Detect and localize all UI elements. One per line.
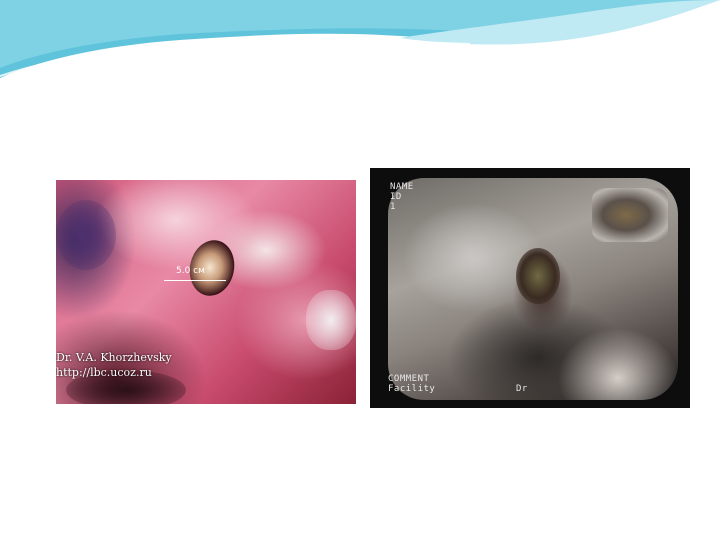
osd-facility: Facility [388,384,436,394]
tissue-region [306,290,356,350]
endoscopy-photo: NAME ID 1 COMMENT Facility Dr [370,168,690,408]
photo-credit: Dr. V.A. Khorzhevsky http://lbc.ucoz.ru [56,350,172,380]
tissue-region [56,200,116,270]
header-wave-decoration [0,0,720,78]
osd-top-left: NAME ID 1 [390,182,414,212]
inset-view [592,188,668,242]
measurement-label: 5.0 см [176,266,205,276]
credit-url: http://lbc.ucoz.ru [56,366,152,379]
osd-bottom-left: COMMENT Facility [388,374,435,394]
credit-name: Dr. V.A. Khorzhevsky [56,351,172,364]
measurement-line [164,280,226,281]
osd-id: ID [390,192,402,202]
osd-name: NAME [390,182,414,192]
lumen [516,248,560,304]
osd-doctor: Dr [516,384,528,394]
surgical-photo: 5.0 см Dr. V.A. Khorzhevsky http://lbc.u… [56,180,356,404]
osd-comment: COMMENT [388,374,430,384]
osd-number: 1 [390,202,396,212]
